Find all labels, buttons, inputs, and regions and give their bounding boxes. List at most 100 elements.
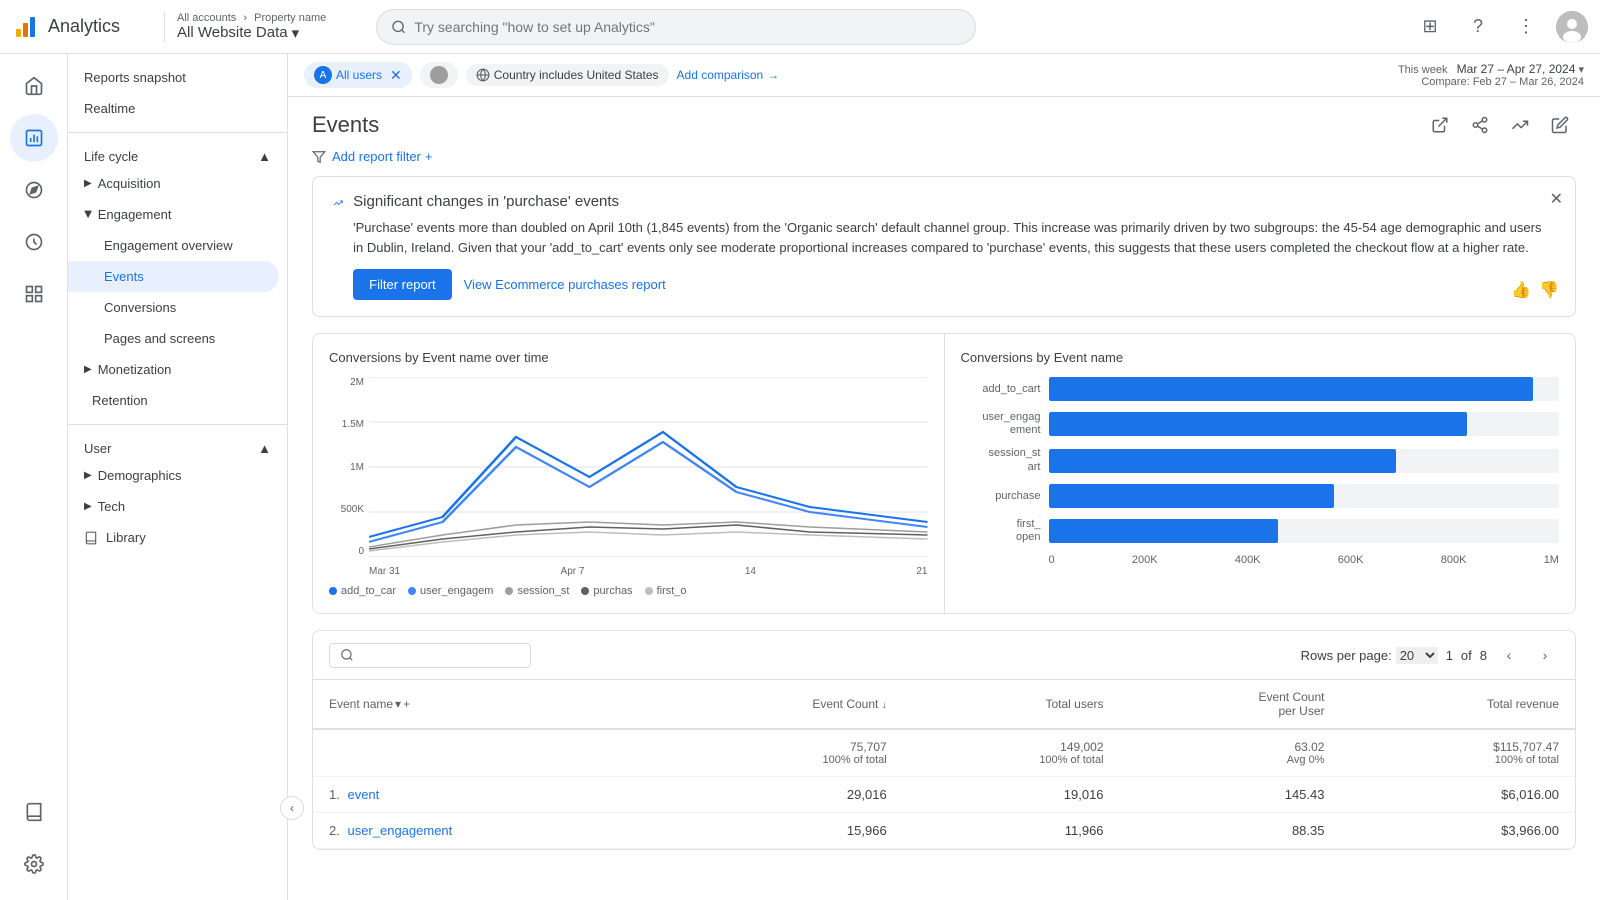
add-comparison-btn[interactable]: Add comparison → (677, 68, 780, 82)
help-icon[interactable]: ? (1460, 9, 1496, 45)
view-ecommerce-link[interactable]: View Ecommerce purchases report (464, 277, 666, 292)
col-event-count[interactable]: Event Count ↓ (663, 680, 903, 729)
table-search[interactable] (329, 643, 531, 668)
date-range-selector[interactable]: This week Mar 27 – Apr 27, 2024 ▾ Compar… (1398, 62, 1584, 88)
sidebar-advertising[interactable] (10, 218, 58, 266)
nav-tech[interactable]: ▶ Tech (68, 491, 287, 522)
insight-actions: Filter report View Ecommerce purchases r… (353, 269, 1555, 300)
apps-icon[interactable]: ⊞ (1412, 9, 1448, 45)
prev-page-button[interactable]: ‹ (1495, 641, 1523, 669)
add-col-icon[interactable]: + (403, 697, 410, 711)
nav-realtime[interactable]: Realtime (68, 93, 287, 124)
nav-reports-snapshot[interactable]: Reports snapshot (68, 62, 287, 93)
table-row: 2. user_engagement 15,966 11,966 88.35 $… (313, 813, 1575, 849)
bar-row-4: purchase (961, 484, 1560, 508)
filter-report-button[interactable]: Filter report (353, 269, 451, 300)
col-total-revenue[interactable]: Total revenue (1340, 680, 1575, 729)
user-label: User (84, 441, 111, 456)
sidebar-home[interactable] (10, 62, 58, 110)
sidebar-data[interactable] (10, 270, 58, 318)
share2-icon[interactable] (1464, 109, 1496, 141)
segment-chip[interactable] (420, 62, 458, 88)
chart-legend: add_to_car user_engagem session_st purch… (329, 585, 928, 597)
rows-per-page[interactable]: Rows per page: 20 50 100 (1301, 647, 1438, 664)
sidebar-reports[interactable] (10, 114, 58, 162)
nav-sidebar: Reports snapshot Realtime Life cycle ▲ ▶… (68, 54, 288, 900)
col-total-users[interactable]: Total users (903, 680, 1120, 729)
chevron-up-icon: ▲ (258, 149, 271, 164)
thumbs-down-icon[interactable]: 👎 (1539, 280, 1559, 300)
insight-feedback: 👍 👎 (1511, 280, 1559, 300)
more-icon[interactable]: ⋮ (1508, 9, 1544, 45)
country-chip[interactable]: Country includes United States (466, 64, 669, 86)
icon-sidebar (0, 54, 68, 900)
rows-per-page-select[interactable]: 20 50 100 (1396, 647, 1438, 664)
logo-area: Analytics (12, 13, 152, 41)
topbar-actions: ⊞ ? ⋮ (1412, 9, 1588, 45)
nav-pages-screens[interactable]: Pages and screens (68, 323, 279, 354)
page-total: 8 (1480, 648, 1487, 663)
sidebar-explore[interactable] (10, 166, 58, 214)
table-area: Rows per page: 20 50 100 1 of 8 ‹ › (312, 630, 1576, 850)
topbar: Analytics All accounts › Property name A… (0, 0, 1600, 54)
nav-engagement-overview[interactable]: Engagement overview (68, 230, 279, 261)
chevron-right-icon-4: ▶ (84, 501, 92, 512)
analytics-logo-icon (12, 13, 40, 41)
bar-x-axis: 0 200K 400K 600K 800K 1M (961, 554, 1560, 566)
property-selector[interactable]: All accounts › Property name All Website… (164, 12, 364, 42)
nav-events[interactable]: Events (68, 261, 279, 292)
icon-sidebar-bottom (10, 788, 58, 900)
add-filter-button[interactable]: Add report filter + (332, 149, 432, 164)
line-chart-container: Conversions by Event name over time 2M 1… (313, 334, 945, 613)
sidebar-library[interactable] (10, 788, 58, 836)
table-search-input[interactable] (360, 648, 520, 663)
charts-area: Conversions by Event name over time 2M 1… (312, 333, 1576, 614)
collapse-sidebar-button[interactable]: ‹ (280, 796, 304, 820)
edit-icon[interactable] (1544, 109, 1576, 141)
account-dropdown[interactable]: All Website Data ▾ (177, 24, 352, 42)
x-axis: Mar 31 Apr 7 14 21 (369, 566, 928, 577)
trend-icon[interactable] (1504, 109, 1536, 141)
avatar[interactable] (1556, 11, 1588, 43)
segment-icon (430, 66, 448, 84)
nav-monetization[interactable]: ▶ Monetization (68, 354, 287, 385)
nav-divider-1 (68, 132, 287, 133)
nav-conversions[interactable]: Conversions (68, 292, 279, 323)
nav-divider-2 (68, 424, 287, 425)
col-event-name[interactable]: Event name ▾ + (313, 680, 663, 729)
thumbs-up-icon[interactable]: 👍 (1511, 280, 1531, 300)
col-event-per-user[interactable]: Event Countper User (1120, 680, 1341, 729)
nav-acquisition[interactable]: ▶ Acquisition (68, 168, 287, 199)
bar-row-1: add_to_cart (961, 377, 1560, 401)
breadcrumb: All accounts › Property name (177, 12, 352, 24)
close-insight-button[interactable]: ✕ (1550, 189, 1563, 209)
filter-icon (312, 150, 326, 164)
main-content: A All users ✕ Country includes United St… (288, 54, 1600, 900)
remove-all-users-chip[interactable]: ✕ (390, 67, 402, 84)
table-body: 75,707 100% of total 149,002 100% of tot… (313, 729, 1575, 849)
bar-row-3: session_start (961, 447, 1560, 473)
insight-title: Significant changes in 'purchase' events (353, 193, 1555, 210)
filter-col-icon[interactable]: ▾ (395, 697, 401, 711)
chevron-right-icon: ▶ (84, 178, 92, 189)
share-icon[interactable] (1424, 109, 1456, 141)
all-users-avatar: A (314, 66, 332, 84)
pagination: Rows per page: 20 50 100 1 of 8 ‹ › (1301, 641, 1559, 669)
bar-chart: add_to_cart user_engagement session_star… (961, 377, 1560, 566)
all-users-chip[interactable]: A All users ✕ (304, 62, 412, 88)
sidebar-settings[interactable] (10, 840, 58, 888)
user-section-header[interactable]: User ▲ (68, 433, 287, 460)
lifecycle-section-header[interactable]: Life cycle ▲ (68, 141, 287, 168)
nav-retention[interactable]: Retention (68, 385, 287, 416)
events-table: Event name ▾ + Event Count ↓ Total users… (313, 680, 1575, 849)
page-header: Events (288, 97, 1600, 149)
search-bar[interactable] (376, 9, 976, 45)
next-page-button[interactable]: › (1531, 641, 1559, 669)
nav-demographics[interactable]: ▶ Demographics (68, 460, 287, 491)
nav-library[interactable]: Library (68, 522, 287, 553)
table-toolbar: Rows per page: 20 50 100 1 of 8 ‹ › (313, 631, 1575, 680)
page-nav: 1 of 8 ‹ › (1446, 641, 1559, 669)
add-filter-row: Add report filter + (288, 149, 1600, 176)
nav-engagement[interactable]: ▶ Engagement (68, 199, 287, 230)
search-input[interactable] (414, 19, 961, 35)
